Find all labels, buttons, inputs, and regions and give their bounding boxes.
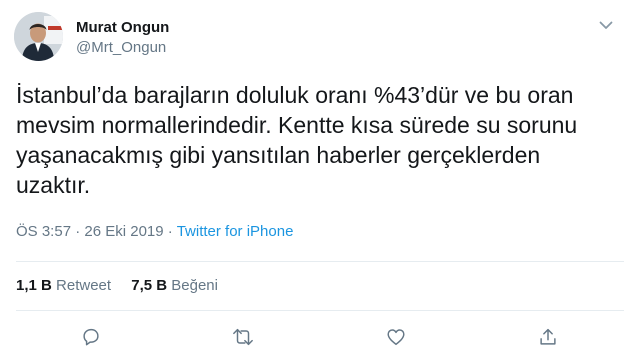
- share-icon: [540, 328, 556, 345]
- tweet-date[interactable]: 26 Eki 2019: [84, 223, 163, 240]
- tweet-text: İstanbul’da barajların doluluk oranı %43…: [16, 82, 578, 198]
- tweet-stats: 1,1 B Retweet 7,5 B Beğeni: [16, 276, 234, 296]
- like-button[interactable]: [382, 323, 410, 351]
- heart-icon: [387, 329, 405, 346]
- tweet-actions: [0, 323, 640, 351]
- author-display-name[interactable]: Murat Ongun: [76, 18, 169, 37]
- retweets-count: 1,1 B: [16, 277, 52, 294]
- tweet-source-link[interactable]: Twitter for iPhone: [177, 223, 294, 240]
- share-button[interactable]: [534, 323, 562, 351]
- tweet-header: Murat Ongun @Mrt_Ongun: [14, 12, 626, 64]
- author-handle[interactable]: @Mrt_Ongun: [76, 38, 169, 57]
- retweet-button[interactable]: [229, 323, 257, 351]
- reply-icon: [83, 328, 99, 346]
- more-options-button[interactable]: [594, 16, 618, 34]
- retweets-label: Retweet: [56, 277, 112, 294]
- reply-button[interactable]: [77, 323, 105, 351]
- retweet-icon: [233, 328, 253, 346]
- meta-separator: ·: [75, 223, 81, 240]
- likes-stat[interactable]: 7,5 B Beğeni: [131, 276, 218, 296]
- author-names[interactable]: Murat Ongun @Mrt_Ongun: [76, 18, 169, 57]
- divider: [16, 261, 624, 262]
- divider: [16, 310, 624, 311]
- avatar-image: [14, 12, 63, 61]
- tweet-meta: ÖS 3:57 · 26 Eki 2019 · Twitter for iPho…: [16, 222, 293, 242]
- tweet-time[interactable]: ÖS 3:57: [16, 223, 71, 240]
- likes-label: Beğeni: [171, 277, 218, 294]
- chevron-down-icon: [599, 21, 613, 29]
- retweets-stat[interactable]: 1,1 B Retweet: [16, 276, 111, 296]
- meta-separator-2: ·: [167, 223, 173, 240]
- likes-count: 7,5 B: [131, 277, 168, 294]
- avatar[interactable]: [14, 12, 63, 61]
